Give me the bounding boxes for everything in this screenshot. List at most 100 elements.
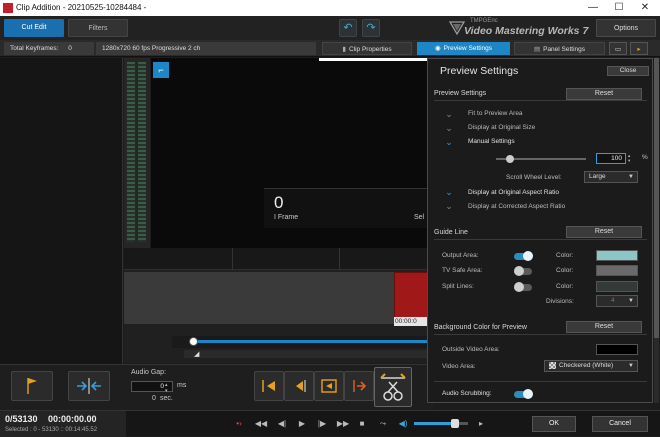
divisions-select[interactable]: 4 ▼ [596, 295, 638, 307]
settings-scrollbar[interactable] [654, 58, 659, 403]
eye-icon: ◉ [434, 45, 441, 52]
audio-gap-unit-ms: ms [177, 382, 187, 389]
bracket-icon[interactable]: ⌐ [153, 62, 169, 78]
option-fit-preview[interactable]: Fit to Preview Area [468, 110, 523, 117]
options-button[interactable]: Options [596, 19, 656, 37]
settings-close-button[interactable]: Close [607, 66, 649, 76]
range-bar[interactable]: ◢ [184, 350, 434, 358]
guide-line-label: Guide Line [434, 229, 468, 236]
scroll-wheel-value: Large [589, 173, 606, 180]
audio-scrubbing-label: Audio Scrubbing: [442, 390, 492, 397]
preview-section-label: Preview Settings [434, 90, 487, 97]
output-area-color-label: Color: [556, 252, 574, 259]
chevron-down-icon: ⌄ [445, 187, 453, 197]
jump-end-button[interactable] [344, 371, 374, 401]
app-icon [3, 3, 13, 13]
loop-icon[interactable]: ⤳ [374, 417, 392, 431]
audio-gap-stepper[interactable]: ▴ ▾ [165, 382, 168, 394]
split-clip-button[interactable] [68, 371, 110, 401]
zoom-slider-handle[interactable] [506, 155, 514, 163]
divisions-label: Divisions: [546, 298, 574, 305]
transport-footer: 0/53130 00:00:00.00 Selected : 0 - 53130… [0, 410, 660, 437]
tab-filters[interactable]: Filters [68, 19, 128, 37]
video-area-value: Checkered (White) [559, 362, 614, 369]
tv-safe-area-toggle[interactable] [514, 266, 532, 276]
split-lines-toggle[interactable] [514, 282, 532, 292]
settings-scroll-thumb[interactable] [654, 58, 659, 338]
frame-info-box: 0 I Frame Sel [264, 188, 434, 228]
clip-properties-button[interactable]: ▮ Clip Properties [322, 42, 412, 55]
divisions-value: 4 [611, 297, 615, 304]
volume-handle[interactable] [451, 419, 459, 428]
step-forward-icon[interactable]: |▶ [315, 417, 329, 431]
jump-start-button[interactable] [314, 371, 344, 401]
maximize-button[interactable]: ☐ [606, 0, 632, 16]
go-to-start-cut-button[interactable] [254, 371, 284, 401]
output-area-toggle[interactable] [514, 251, 533, 261]
zoom-slider[interactable] [496, 155, 586, 163]
option-manual-settings[interactable]: Manual Settings [468, 138, 515, 145]
title-bar: Clip Addition - 20210525-10284484 - — ☐ … [0, 0, 660, 16]
pin-icon[interactable]: ▸ [630, 42, 648, 55]
output-area-color-swatch[interactable] [596, 250, 638, 261]
guide-line-reset-button[interactable]: Reset [566, 226, 642, 238]
video-area-select[interactable]: Checkered (White) ▼ [544, 360, 638, 372]
record-marker-icon[interactable]: •› [232, 417, 246, 431]
step-back-icon[interactable]: ◀| [275, 417, 289, 431]
outside-video-area-swatch[interactable] [596, 344, 638, 355]
volume-slider[interactable] [414, 419, 468, 428]
cut-scissors-button[interactable] [374, 367, 412, 407]
chevron-down-icon: ⌄ [445, 201, 453, 211]
background-reset-button[interactable]: Reset [566, 321, 642, 333]
minimize-button[interactable]: — [580, 0, 606, 16]
dropdown-arrow-icon: ▼ [628, 363, 634, 369]
range-marker-icon[interactable]: ◢ [194, 350, 199, 358]
option-original-aspect[interactable]: Display at Original Aspect Ratio [468, 189, 559, 196]
preview-settings-button[interactable]: ◉ Preview Settings [417, 42, 510, 55]
clip-track[interactable]: 00:00:0 [124, 272, 434, 326]
ok-button[interactable]: OK [532, 416, 576, 432]
main-toolbar: Cut Edit Filters ↶ ↷ TMPGEnc Video Maste… [0, 16, 660, 40]
brand-name: Video Mastering Works 7 [464, 25, 589, 37]
undo-icon[interactable]: ↶ [339, 19, 357, 37]
split-lines-color-label: Color: [556, 283, 574, 290]
audio-scrubbing-toggle[interactable] [514, 389, 533, 399]
volume-icon[interactable]: ◀) [396, 417, 410, 431]
fast-forward-icon[interactable]: ▶▶ [336, 417, 350, 431]
selected-range: Selected : 0 - 53130 :: 00:14:45.52 [5, 427, 98, 433]
chevron-down-icon: ⌄ [445, 123, 453, 133]
preview-reset-button[interactable]: Reset [566, 88, 642, 100]
set-start-flag-button[interactable] [11, 371, 53, 401]
meter-right [138, 62, 146, 242]
timeline-ruler [124, 248, 434, 270]
clip-properties-label: Clip Properties [348, 46, 392, 53]
redo-icon[interactable]: ↷ [362, 19, 380, 37]
stop-icon[interactable]: ■ [355, 417, 369, 431]
option-corrected-aspect[interactable]: Display at Corrected Aspect Ratio [468, 203, 565, 210]
background-label: Background Color for Preview [434, 324, 527, 331]
info-bar: Total Keyframes: 0 1280x720 60 fps Progr… [0, 40, 660, 57]
seek-handle[interactable] [189, 337, 198, 346]
tv-safe-area-color-swatch[interactable] [596, 265, 638, 276]
cancel-button[interactable]: Cancel [592, 416, 648, 432]
seek-bar[interactable] [172, 336, 434, 348]
more-icon[interactable]: ▸ [474, 417, 488, 431]
play-icon[interactable]: ▶ [295, 417, 309, 431]
zoom-input[interactable]: 100 [596, 153, 626, 164]
video-preview[interactable]: ⌐ 0 I Frame Sel [151, 58, 434, 248]
zoom-stepper[interactable]: ▴ ▾ [628, 153, 630, 163]
audio-gap-unit-sec: sec. [160, 395, 173, 402]
rewind-icon[interactable]: ◀◀ [254, 417, 268, 431]
tv-safe-area-label: TV Safe Area: [442, 267, 483, 274]
layout-icon[interactable]: ▭ [609, 42, 627, 55]
scroll-wheel-select[interactable]: Large ▼ [584, 171, 638, 183]
keyframes-value: 0 [68, 45, 72, 52]
divider [434, 381, 647, 382]
prev-cut-button[interactable] [284, 371, 314, 401]
panel-settings-button[interactable]: ▤ Panel Settings [514, 42, 605, 55]
split-lines-color-swatch[interactable] [596, 281, 638, 292]
timeline-area[interactable]: 00:00:0 ◢ [124, 248, 434, 363]
close-window-button[interactable]: ✕ [632, 0, 658, 16]
option-original-size[interactable]: Display at Original Size [468, 124, 535, 131]
tab-cut-edit[interactable]: Cut Edit [4, 19, 64, 37]
